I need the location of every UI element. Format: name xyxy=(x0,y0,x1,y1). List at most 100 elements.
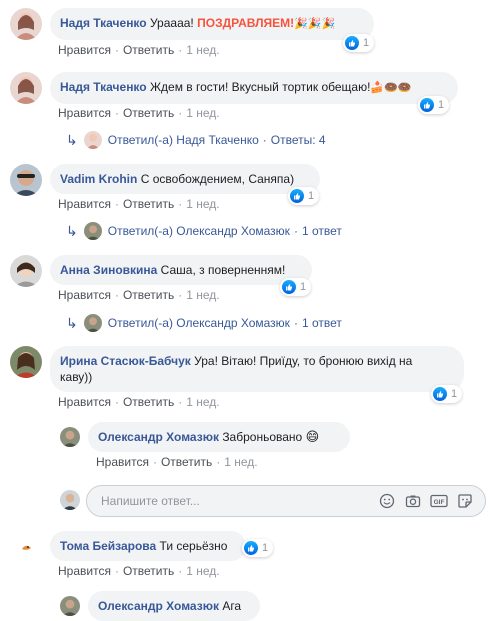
party-emoji: 🎉🎉🎉 xyxy=(294,18,336,30)
comment-bubble: Надя Ткаченко Ждем в гости! Вкусный торт… xyxy=(50,72,458,104)
reply-text: Ага xyxy=(222,599,242,613)
comment-author[interactable]: Надя Ткаченко xyxy=(60,80,147,94)
timestamp[interactable]: 1 нед. xyxy=(186,564,219,578)
smiley-icon[interactable] xyxy=(377,491,397,511)
reaction-count[interactable]: 1 xyxy=(288,187,320,205)
cake-emoji: 🍰🍩🍩 xyxy=(370,82,412,94)
avatar[interactable] xyxy=(10,8,42,40)
grin-emoji: 😄 xyxy=(305,429,320,444)
reply-input[interactable] xyxy=(87,493,377,509)
view-replies-link[interactable]: ↳ Ответил(-а) Олександр Хомазюк · 1 ответ xyxy=(66,314,342,332)
reaction-number: 1 xyxy=(308,190,315,202)
reply-bubble: Олександр Хомазюк Заброньовано 😄 xyxy=(88,422,350,452)
like-button[interactable]: Нравится xyxy=(58,395,111,409)
like-icon xyxy=(345,36,359,50)
comment-author[interactable]: Анна Зиновкина xyxy=(60,263,157,277)
like-icon xyxy=(290,189,304,203)
view-replies-link[interactable]: ↳ Ответил(-а) Олександр Хомазюк · 1 ответ xyxy=(66,222,342,240)
reaction-count[interactable]: 1 xyxy=(431,385,463,403)
reply-input-box[interactable]: GIF xyxy=(86,485,486,517)
camera-icon[interactable] xyxy=(403,491,423,511)
reaction-number: 1 xyxy=(451,388,458,400)
view-replies-link[interactable]: ↳ Ответил(-а) Надя Ткаченко · Ответы: 4 xyxy=(66,131,326,149)
avatar xyxy=(83,222,102,240)
reply-arrow-icon: ↳ xyxy=(66,131,78,148)
reply-button[interactable]: Ответить xyxy=(123,43,174,57)
reaction-number: 1 xyxy=(300,281,307,293)
timestamp[interactable]: 1 нед. xyxy=(186,288,219,302)
reaction-number: 1 xyxy=(363,37,370,49)
comment-text: Саша, з поверненням! xyxy=(160,263,286,277)
like-button[interactable]: Нравится xyxy=(58,106,111,120)
like-button[interactable]: Нравится xyxy=(96,455,149,469)
avatar xyxy=(83,131,102,149)
replies-label: Ответил(-а) Надя Ткаченко xyxy=(107,133,259,147)
avatar[interactable] xyxy=(60,427,80,447)
sticker-icon[interactable] xyxy=(455,491,475,511)
comment-text: Ждем в гости! Вкусный тортик обещаю! xyxy=(149,80,371,94)
comment-actions: Нравится · Ответить · 1 нед. xyxy=(58,43,220,57)
timestamp[interactable]: 1 нед. xyxy=(224,455,257,469)
comment-text: Ура! Вітаю! Приїду, то бронюю вихід на xyxy=(194,354,413,368)
avatar[interactable] xyxy=(10,255,42,287)
timestamp[interactable]: 1 нед. xyxy=(186,197,219,211)
reaction-number: 1 xyxy=(438,99,445,111)
avatar xyxy=(83,314,102,332)
like-icon xyxy=(244,541,258,555)
reply-button[interactable]: Ответить xyxy=(161,455,212,469)
like-button[interactable]: Нравится xyxy=(58,564,111,578)
comment-author[interactable]: Тома Бейзарова xyxy=(60,539,156,553)
comment-author[interactable]: Vadim Krohin xyxy=(60,172,137,186)
reaction-count[interactable]: 1 xyxy=(242,539,274,557)
avatar[interactable] xyxy=(10,346,42,378)
comment-bubble: Тома Бейзарова Ти серьёзно xyxy=(50,531,246,561)
reply-text: Заброньовано xyxy=(222,430,303,444)
reaction-count[interactable]: 1 xyxy=(343,34,375,52)
reply-author[interactable]: Олександр Хомазюк xyxy=(98,599,219,613)
timestamp[interactable]: 1 нед. xyxy=(186,43,219,57)
like-icon xyxy=(420,98,434,112)
reply-button[interactable]: Ответить xyxy=(123,564,174,578)
avatar[interactable] xyxy=(60,596,80,616)
replies-count: 1 ответ xyxy=(301,224,342,238)
reply-button[interactable]: Ответить xyxy=(123,288,174,302)
reply-actions: Нравится · Ответить · 1 нед. xyxy=(96,455,258,469)
comment-bubble: Ирина Стасюк-Бабчук Ура! Вітаю! Приїду, … xyxy=(50,346,464,392)
reply-button[interactable]: Ответить xyxy=(123,106,174,120)
reply-button[interactable]: Ответить xyxy=(123,197,174,211)
reaction-count[interactable]: 1 xyxy=(418,96,450,114)
gif-icon[interactable]: GIF xyxy=(429,491,449,511)
comment-actions: Нравится · Ответить · 1 нед. xyxy=(58,395,220,409)
reply-author[interactable]: Олександр Хомазюк xyxy=(98,430,219,444)
timestamp[interactable]: 1 нед. xyxy=(186,106,219,120)
like-button[interactable]: Нравится xyxy=(58,43,111,57)
reply-arrow-icon: ↳ xyxy=(66,314,78,331)
like-button[interactable]: Нравится xyxy=(58,288,111,302)
avatar[interactable] xyxy=(10,72,42,104)
avatar[interactable] xyxy=(10,164,42,196)
comment-actions: Нравится · Ответить · 1 нед. xyxy=(58,288,220,302)
comment-author[interactable]: Ирина Стасюк-Бабчук xyxy=(60,354,191,368)
comment-text-continued: каву)) xyxy=(60,370,93,384)
replies-count: 1 ответ xyxy=(301,316,342,330)
svg-text:GIF: GIF xyxy=(434,499,445,506)
reply-arrow-icon: ↳ xyxy=(66,222,78,239)
like-button[interactable]: Нравится xyxy=(58,197,111,211)
timestamp[interactable]: 1 нед. xyxy=(186,395,219,409)
reply-bubble: Олександр Хомазюк Ага xyxy=(88,591,260,621)
comment-bubble: Надя Ткаченко Ураааа! ПОЗДРАВЛЯЕМ!🎉🎉🎉 xyxy=(50,8,374,40)
comment-actions: Нравится · Ответить · 1 нед. xyxy=(58,564,220,578)
like-icon xyxy=(433,387,447,401)
reply-button[interactable]: Ответить xyxy=(123,395,174,409)
replies-label: Ответил(-а) Олександр Хомазюк xyxy=(107,316,290,330)
like-icon xyxy=(282,280,296,294)
avatar[interactable] xyxy=(10,533,42,565)
reaction-count[interactable]: 1 xyxy=(280,278,312,296)
comment-actions: Нравится · Ответить · 1 нед. xyxy=(58,106,220,120)
replies-label: Ответил(-а) Олександр Хомазюк xyxy=(107,224,290,238)
comment-text: Ураааа! xyxy=(149,16,194,30)
current-user-avatar xyxy=(60,490,80,510)
replies-count: Ответы: 4 xyxy=(270,133,326,147)
comment-author[interactable]: Надя Ткаченко xyxy=(60,16,147,30)
reaction-number: 1 xyxy=(262,542,269,554)
